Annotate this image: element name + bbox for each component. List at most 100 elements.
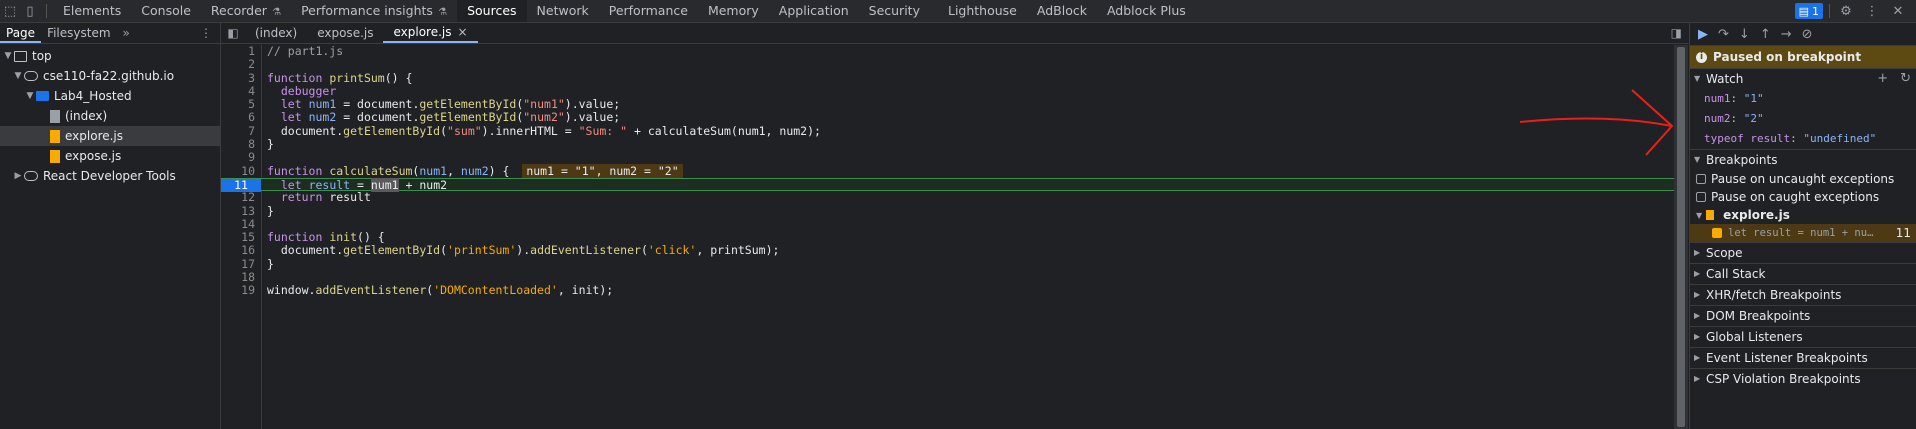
tree-node-domain[interactable]: ▼ cse110-fa22.github.io bbox=[0, 66, 220, 86]
tab-security[interactable]: Security bbox=[859, 0, 930, 22]
more-menu-icon[interactable]: ⋮ bbox=[200, 26, 212, 40]
tab-elements[interactable]: Elements bbox=[53, 0, 131, 22]
close-tab-icon[interactable]: × bbox=[458, 22, 468, 42]
step-icon[interactable]: → bbox=[1781, 27, 1792, 42]
line-number[interactable]: 10 bbox=[221, 164, 255, 178]
js-file-icon bbox=[1706, 210, 1715, 220]
section-csp-breakpoints[interactable]: ▶ CSP Violation Breakpoints bbox=[1690, 368, 1916, 389]
tree-node-expose-js[interactable]: expose.js bbox=[0, 146, 220, 166]
line-number[interactable]: 18 bbox=[221, 270, 255, 284]
tree-node-label: (index) bbox=[65, 109, 108, 123]
gear-icon[interactable]: ⚙ bbox=[1836, 1, 1856, 21]
toggle-debugger-icon[interactable]: ◨ bbox=[1671, 26, 1682, 40]
step-over-icon[interactable]: ↷ bbox=[1718, 27, 1729, 42]
tab-application[interactable]: Application bbox=[769, 0, 859, 22]
section-scope[interactable]: ▶ Scope bbox=[1690, 242, 1916, 263]
line-number[interactable]: 4 bbox=[221, 84, 255, 98]
section-event-listener-breakpoints[interactable]: ▶ Event Listener Breakpoints bbox=[1690, 347, 1916, 368]
tab-page[interactable]: Page bbox=[0, 23, 42, 43]
tree-node-top[interactable]: ▼ top bbox=[0, 46, 220, 66]
issues-button[interactable]: ▤ 1 bbox=[1794, 3, 1823, 19]
add-icon[interactable]: + bbox=[1877, 69, 1888, 89]
line-number[interactable]: 14 bbox=[221, 217, 255, 231]
tab-performance[interactable]: Performance bbox=[599, 0, 698, 22]
line-number[interactable]: 12 bbox=[221, 190, 255, 204]
editor-tab-expose[interactable]: expose.js bbox=[307, 23, 383, 43]
chevron-down-icon[interactable]: ▼ bbox=[24, 86, 36, 106]
tab-sources[interactable]: Sources bbox=[457, 0, 527, 22]
step-into-icon[interactable]: ↓ bbox=[1739, 27, 1750, 42]
line-number[interactable]: 19 bbox=[221, 284, 255, 298]
line-number[interactable]: 1 bbox=[221, 44, 255, 58]
breakpoint-checkbox[interactable] bbox=[1712, 228, 1722, 238]
device-toolbar-icon[interactable]: ▯ bbox=[20, 1, 40, 21]
watch-actions: + ↻ bbox=[1877, 69, 1911, 89]
code-area[interactable]: 1// part1.js 2 3 function printSum() { 4 … bbox=[221, 44, 1674, 429]
tab-recorder[interactable]: Recorder ⚗ bbox=[201, 0, 291, 22]
line-number[interactable]: 2 bbox=[221, 57, 255, 71]
tree-node-explore-js[interactable]: explore.js bbox=[0, 126, 220, 146]
chevron-down-icon[interactable]: ▼ bbox=[12, 66, 24, 86]
breakpoint-line-number: 11 bbox=[1895, 226, 1911, 240]
toggle-navigator-icon[interactable]: ◧ bbox=[221, 26, 245, 40]
watch-name: typeof result bbox=[1704, 132, 1791, 145]
tree-node-index[interactable]: (index) bbox=[0, 106, 220, 126]
line-number[interactable]: 7 bbox=[221, 124, 255, 138]
pause-uncaught-checkbox[interactable] bbox=[1696, 174, 1706, 184]
line-number[interactable]: 13 bbox=[221, 204, 255, 218]
breakpoint-file-row[interactable]: ▼ explore.js bbox=[1690, 206, 1916, 224]
line-number[interactable]: 6 bbox=[221, 111, 255, 125]
tab-network[interactable]: Network bbox=[527, 0, 599, 22]
refresh-icon[interactable]: ↻ bbox=[1900, 69, 1911, 89]
line-number[interactable]: 9 bbox=[221, 151, 255, 165]
code-line: 3 function printSum() { bbox=[221, 71, 1674, 85]
watch-expression[interactable]: num1: "1" bbox=[1690, 89, 1916, 109]
line-number[interactable]: 17 bbox=[221, 257, 255, 271]
code-line: 5 let num1 = document.getElementById("nu… bbox=[221, 97, 1674, 111]
tree-node-label: explore.js bbox=[65, 129, 124, 143]
editor-tab-explore[interactable]: explore.js × bbox=[383, 22, 478, 43]
pause-uncaught-row[interactable]: Pause on uncaught exceptions bbox=[1690, 170, 1916, 188]
step-out-icon[interactable]: ↑ bbox=[1760, 27, 1771, 42]
tab-console[interactable]: Console bbox=[131, 0, 201, 22]
section-watch[interactable]: ▼ Watch + ↻ bbox=[1690, 68, 1916, 89]
tree-node-folder[interactable]: ▼ Lab4_Hosted bbox=[0, 86, 220, 106]
more-tabs-icon[interactable]: » bbox=[117, 26, 136, 40]
chevron-right-icon: ▶ bbox=[1694, 332, 1701, 341]
tab-lighthouse[interactable]: Lighthouse bbox=[938, 0, 1027, 22]
section-dom-breakpoints[interactable]: ▶ DOM Breakpoints bbox=[1690, 305, 1916, 326]
more-menu-icon[interactable]: ⋮ bbox=[1862, 1, 1882, 21]
editor-tab-index[interactable]: (index) bbox=[245, 23, 307, 43]
deactivate-breakpoints-icon[interactable]: ⊘ bbox=[1802, 27, 1813, 42]
line-number[interactable]: 5 bbox=[221, 97, 255, 111]
scrollbar-thumb[interactable] bbox=[1677, 47, 1685, 427]
tree-node-react-devtools[interactable]: ▶ React Developer Tools bbox=[0, 166, 220, 186]
tab-filesystem[interactable]: Filesystem bbox=[41, 23, 116, 43]
line-number[interactable]: 15 bbox=[221, 230, 255, 244]
line-number[interactable]: 16 bbox=[221, 244, 255, 258]
debugger-sidebar: ▶ ↷ ↓ ↑ → ⊘ i Paused on breakpoint ▼ Wat… bbox=[1689, 23, 1916, 429]
watch-expression[interactable]: num2: "2" bbox=[1690, 109, 1916, 129]
vertical-scrollbar[interactable] bbox=[1674, 45, 1688, 429]
section-xhr-breakpoints[interactable]: ▶ XHR/fetch Breakpoints bbox=[1690, 284, 1916, 305]
pause-caught-checkbox[interactable] bbox=[1696, 192, 1706, 202]
tab-adblock[interactable]: AdBlock bbox=[1027, 0, 1097, 22]
tab-memory[interactable]: Memory bbox=[698, 0, 769, 22]
section-breakpoints[interactable]: ▼ Breakpoints bbox=[1690, 149, 1916, 170]
close-icon[interactable]: ✕ bbox=[1888, 1, 1908, 21]
breakpoint-entry[interactable]: let result = num1 + num2 11 bbox=[1690, 224, 1916, 242]
pause-caught-row[interactable]: Pause on caught exceptions bbox=[1690, 188, 1916, 206]
line-number[interactable]: 8 bbox=[221, 137, 255, 151]
section-call-stack[interactable]: ▶ Call Stack bbox=[1690, 263, 1916, 284]
tab-performance-insights[interactable]: Performance insights ⚗ bbox=[291, 0, 457, 22]
tab-adblock-plus[interactable]: Adblock Plus bbox=[1097, 0, 1196, 22]
inspect-element-icon[interactable]: ⬚ bbox=[0, 1, 20, 21]
section-global-listeners[interactable]: ▶ Global Listeners bbox=[1690, 326, 1916, 347]
watch-expression[interactable]: typeof result: "undefined" bbox=[1690, 129, 1916, 149]
chevron-down-icon[interactable]: ▼ bbox=[2, 46, 14, 66]
chevron-right-icon[interactable]: ▶ bbox=[12, 166, 24, 186]
chevron-right-icon: ▶ bbox=[1694, 248, 1701, 257]
breakpoint-file-name: explore.js bbox=[1723, 208, 1790, 222]
resume-icon[interactable]: ▶ bbox=[1698, 27, 1708, 42]
line-number[interactable]: 3 bbox=[221, 71, 255, 85]
